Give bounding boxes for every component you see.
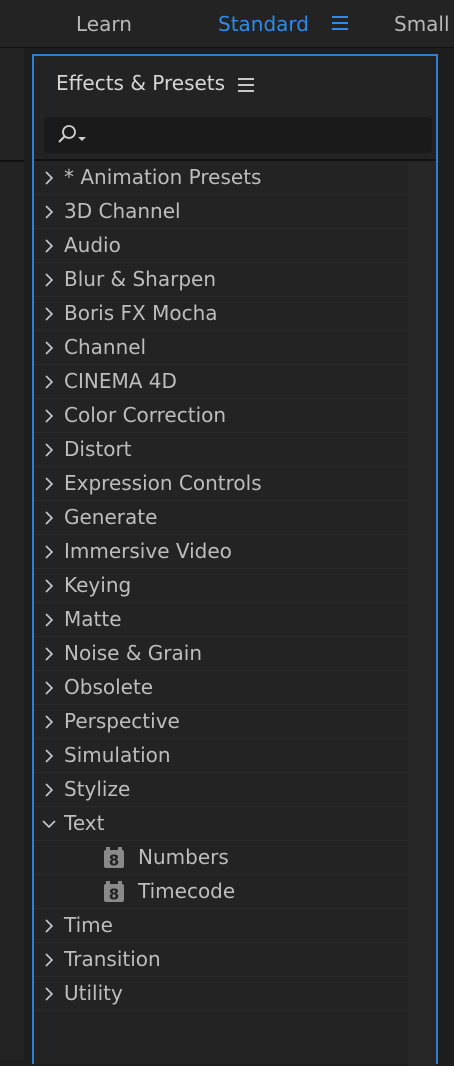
chevron-right-icon[interactable] <box>42 544 56 560</box>
chevron-right-icon[interactable] <box>42 204 56 220</box>
chevron-right-icon[interactable] <box>42 612 56 628</box>
effect-category-item[interactable]: CINEMA 4D <box>34 365 408 399</box>
effect-category-label: Noise & Grain <box>64 641 202 665</box>
effect-category-item[interactable]: Distort <box>34 433 408 467</box>
effect-8bit-icon: 8 <box>104 847 124 870</box>
panel-title: Effects & Presets <box>56 71 226 95</box>
effect-category-item[interactable]: Time <box>34 909 408 943</box>
effect-item[interactable]: 8 Numbers <box>34 841 408 875</box>
search-box <box>44 117 432 153</box>
effect-category-label: Text <box>64 811 105 835</box>
effect-category-label: Simulation <box>64 743 171 767</box>
effect-category-item[interactable]: Immersive Video <box>34 535 408 569</box>
effect-category-label: Immersive Video <box>64 539 232 563</box>
adjacent-panel-edge <box>0 48 24 1060</box>
chevron-right-icon[interactable] <box>42 646 56 662</box>
effect-category-label: Transition <box>64 947 161 971</box>
effect-category-label: Time <box>64 913 113 937</box>
chevron-down-icon[interactable] <box>42 816 56 832</box>
effect-category-item[interactable]: Utility <box>34 977 408 1011</box>
chevron-right-icon[interactable] <box>42 510 56 526</box>
effect-category-label: Utility <box>64 981 123 1005</box>
effect-item[interactable]: 8 Timecode <box>34 875 408 909</box>
effect-category-item[interactable]: 3D Channel <box>34 195 408 229</box>
chevron-right-icon[interactable] <box>42 272 56 288</box>
chevron-right-icon[interactable] <box>42 340 56 356</box>
effect-category-item[interactable]: Obsolete <box>34 671 408 705</box>
chevron-right-icon[interactable] <box>42 476 56 492</box>
effect-category-item[interactable]: Generate <box>34 501 408 535</box>
effect-category-item[interactable]: Expression Controls <box>34 467 408 501</box>
workspace-tab-standard[interactable]: Standard <box>218 11 309 37</box>
effect-category-label: Perspective <box>64 709 180 733</box>
chevron-right-icon[interactable] <box>42 918 56 934</box>
effect-item-label: Timecode <box>138 879 236 903</box>
effect-item-label: Numbers <box>138 845 229 869</box>
effect-category-label: 3D Channel <box>64 199 181 223</box>
search-icon[interactable] <box>56 123 92 147</box>
effect-category-item[interactable]: Stylize <box>34 773 408 807</box>
panel-header: Effects & Presets <box>34 56 436 112</box>
chevron-right-icon[interactable] <box>42 306 56 322</box>
chevron-right-icon[interactable] <box>42 748 56 764</box>
chevron-right-icon[interactable] <box>42 238 56 254</box>
effect-category-label: Blur & Sharpen <box>64 267 217 291</box>
effect-category-label: Color Correction <box>64 403 227 427</box>
effect-category-label: Audio <box>64 233 121 257</box>
effect-category-item[interactable]: Boris FX Mocha <box>34 297 408 331</box>
effect-category-item[interactable]: * Animation Presets <box>34 161 408 195</box>
svg-text:8: 8 <box>109 886 119 904</box>
effects-presets-panel: Effects & Presets * Animation Presets 3D … <box>32 54 438 1066</box>
effect-category-label: Generate <box>64 505 158 529</box>
effect-category-item[interactable]: Simulation <box>34 739 408 773</box>
effect-category-item[interactable]: Channel <box>34 331 408 365</box>
chevron-right-icon[interactable] <box>42 374 56 390</box>
chevron-right-icon[interactable] <box>42 952 56 968</box>
effect-category-item[interactable]: Matte <box>34 603 408 637</box>
search-input[interactable] <box>96 121 426 151</box>
chevron-right-icon[interactable] <box>42 986 56 1002</box>
workspace-menu-icon[interactable] <box>332 16 348 30</box>
effect-category-item[interactable]: Keying <box>34 569 408 603</box>
chevron-right-icon[interactable] <box>42 408 56 424</box>
workspace-tab-learn[interactable]: Learn <box>76 11 132 37</box>
effect-category-item[interactable]: Perspective <box>34 705 408 739</box>
chevron-right-icon[interactable] <box>42 170 56 186</box>
effect-category-label: CINEMA 4D <box>64 369 177 393</box>
chevron-right-icon[interactable] <box>42 578 56 594</box>
effect-category-item[interactable]: Audio <box>34 229 408 263</box>
effect-category-label: Keying <box>64 573 132 597</box>
chevron-right-icon[interactable] <box>42 714 56 730</box>
effect-category-item[interactable]: Transition <box>34 943 408 977</box>
chevron-right-icon[interactable] <box>42 442 56 458</box>
effects-list: * Animation Presets 3D Channel Audio Blur &… <box>34 161 408 1011</box>
effect-8bit-icon: 8 <box>104 881 124 904</box>
effect-category-label: Matte <box>64 607 122 631</box>
workspace-bar: Learn Standard Small <box>0 0 454 48</box>
effect-category-item[interactable]: Noise & Grain <box>34 637 408 671</box>
effect-category-label: Boris FX Mocha <box>64 301 218 325</box>
effect-category-label: Distort <box>64 437 132 461</box>
effect-category-item[interactable]: Color Correction <box>34 399 408 433</box>
effect-category-label: Obsolete <box>64 675 154 699</box>
effect-category-item[interactable]: Text <box>34 807 408 841</box>
effect-category-label: Stylize <box>64 777 131 801</box>
divider <box>0 160 24 162</box>
chevron-right-icon[interactable] <box>42 680 56 696</box>
effect-category-label: Expression Controls <box>64 471 262 495</box>
svg-text:8: 8 <box>109 852 119 870</box>
effect-category-label: * Animation Presets <box>64 165 262 189</box>
effect-category-item[interactable]: Blur & Sharpen <box>34 263 408 297</box>
effect-category-label: Channel <box>64 335 147 359</box>
workspace-tab-small[interactable]: Small <box>394 11 450 37</box>
panel-menu-icon[interactable] <box>238 78 254 92</box>
chevron-right-icon[interactable] <box>42 782 56 798</box>
scrollbar-track[interactable] <box>408 161 436 1066</box>
